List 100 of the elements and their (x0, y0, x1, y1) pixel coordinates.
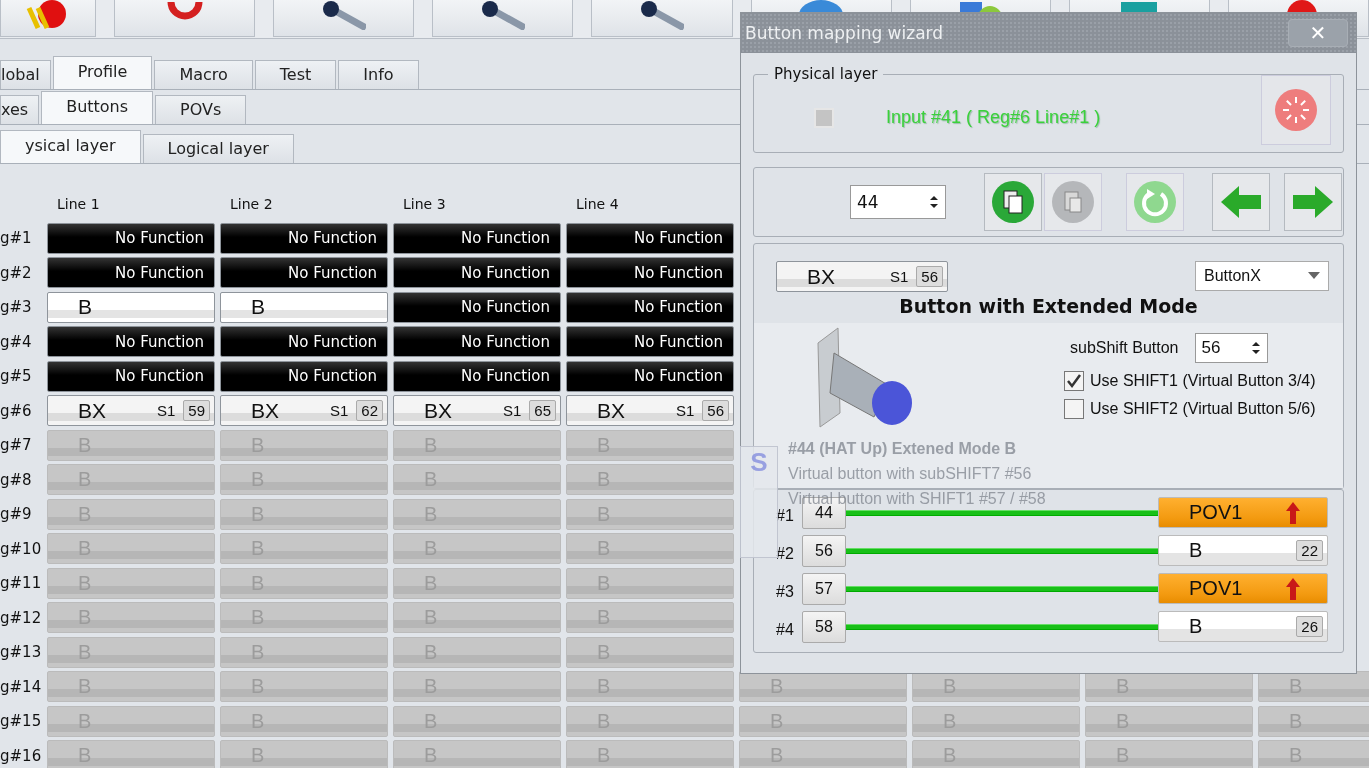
shift-checkbox[interactable]: Use SHIFT2 (Virtual Button 5/6) (1064, 399, 1316, 419)
cell-label: B (1189, 615, 1203, 638)
button-cell[interactable]: No Function (47, 257, 215, 288)
row-label: g#7 (0, 436, 33, 454)
checkbox-label: Use SHIFT1 (Virtual Button 3/4) (1090, 372, 1316, 390)
previous-button[interactable] (1212, 173, 1270, 231)
cell-label: BX (424, 398, 453, 423)
row-label: g#2 (0, 263, 33, 282)
cell-number: 62 (356, 400, 383, 421)
tab[interactable]: lobal (0, 60, 51, 89)
spinner-arrows-icon[interactable] (1250, 339, 1261, 357)
spinner-arrows-icon[interactable] (929, 193, 939, 211)
button-cell[interactable]: No Function (566, 360, 734, 392)
button-cell[interactable]: No Function (220, 257, 388, 288)
cell-label: B (1189, 539, 1203, 562)
cell-label: BX (78, 398, 107, 423)
row-label: g#14 (0, 677, 42, 696)
button-cell[interactable]: No Function (566, 222, 734, 254)
next-button[interactable] (1284, 173, 1342, 231)
mapping-number: 56 (802, 534, 846, 567)
button-cell[interactable]: No Function (220, 222, 388, 254)
tab[interactable]: Logical layer (142, 134, 294, 163)
button-cell[interactable]: BX S1 56 (776, 261, 948, 292)
cell-label: POV1 (1189, 577, 1243, 600)
button-cell[interactable]: No Function (47, 326, 215, 357)
button-cell[interactable]: No Function (393, 326, 561, 357)
button-cell[interactable]: B 22 (1158, 535, 1328, 566)
button-cell[interactable]: BX S1 65 (393, 395, 561, 426)
cell-label: BX (807, 264, 836, 289)
tab[interactable]: POVs (155, 95, 247, 124)
tab[interactable]: Macro (154, 60, 253, 89)
toolbar-icon (321, 0, 366, 30)
number-spinner[interactable]: 44 (850, 185, 946, 219)
shift-label: S1 (156, 402, 176, 419)
button-cell[interactable]: No Function (393, 257, 561, 288)
mapping-number: 57 (802, 572, 846, 605)
close-button[interactable]: ✕ (1288, 19, 1348, 47)
row-label: g#8 (0, 470, 33, 489)
pov-cell[interactable]: POV1 (1158, 573, 1328, 604)
tab[interactable]: Info (338, 60, 419, 89)
button-cell[interactable]: BX S1 56 (566, 395, 734, 426)
cell-number: 56 (916, 266, 943, 287)
tab[interactable]: Buttons (41, 91, 154, 124)
column-header: Line 2 (229, 195, 274, 212)
button-cell[interactable]: B (220, 291, 388, 323)
column-header: Line 1 (56, 195, 101, 212)
shift-label: S1 (329, 402, 349, 419)
cell-label: POV1 (1189, 501, 1243, 524)
button-cell[interactable]: B 26 (1158, 611, 1328, 642)
tooltip-title: #44 (HAT Up) Extened Mode B (788, 440, 1017, 458)
type-dropdown[interactable]: ButtonX (1195, 261, 1329, 291)
button-cell[interactable]: B (47, 291, 215, 323)
button-cell[interactable]: No Function (220, 360, 388, 392)
cell-number: 26 (1296, 616, 1323, 637)
shift-checkbox[interactable]: Use SHIFT1 (Virtual Button 3/4) (1064, 371, 1316, 391)
toolbar-button[interactable] (432, 0, 574, 37)
cell-number: 22 (1296, 540, 1323, 561)
row-label: g#11 (0, 574, 42, 592)
shift-label: S1 (889, 268, 909, 285)
tab[interactable]: Profile (52, 56, 153, 89)
button-cell[interactable]: No Function (393, 222, 561, 254)
checkbox[interactable] (1064, 371, 1084, 391)
copy-button[interactable] (984, 173, 1042, 231)
refresh-icon (1133, 180, 1177, 224)
button-cell[interactable]: No Function (47, 222, 215, 254)
checkbox-label: Use SHIFT2 (Virtual Button 5/6) (1090, 400, 1316, 418)
shift-label: S1 (502, 402, 522, 419)
shift-label: S1 (675, 402, 695, 419)
button-cell[interactable]: No Function (566, 257, 734, 288)
row-label: g#5 (0, 367, 33, 385)
row-label: g#9 (0, 505, 33, 523)
toolbar-button[interactable] (591, 0, 733, 37)
button-cell[interactable]: No Function (47, 360, 215, 392)
button-cell[interactable]: BX S1 62 (220, 395, 388, 426)
mapping-index: #2 (776, 543, 795, 563)
tooltip-line: Virtual button with subSHIFT7 #56 (788, 465, 1032, 483)
pov-cell[interactable]: POV1 (1158, 497, 1328, 528)
dropdown-caret-icon (1308, 272, 1320, 280)
column-header: Line 3 (402, 195, 447, 212)
button-cell[interactable]: No Function (393, 291, 561, 323)
checkbox[interactable] (1064, 399, 1084, 419)
row-label: g#3 (0, 298, 33, 316)
mapping-number: 58 (802, 610, 846, 643)
button-cell[interactable]: No Function (566, 291, 734, 323)
toolbar-icon (480, 0, 525, 30)
column-header: Line 4 (575, 195, 620, 212)
row-label: g#6 (0, 401, 33, 420)
button-cell[interactable]: No Function (566, 326, 734, 357)
toolbar-icon (639, 0, 684, 30)
spinner-icon (1274, 87, 1318, 132)
subshift-spinner[interactable]: 56 (1194, 333, 1268, 363)
button-cell[interactable]: No Function (393, 360, 561, 392)
tab[interactable]: Test (254, 60, 337, 89)
toolbar-button[interactable] (273, 0, 415, 37)
button-cell[interactable]: BX S1 59 (47, 395, 215, 426)
tooltip-badge: S (740, 446, 778, 558)
button-cell[interactable]: No Function (220, 326, 388, 357)
tab[interactable]: ysical layer (0, 130, 141, 163)
mode-title: Button with Extended Mode (898, 295, 1199, 317)
tab[interactable]: xes (0, 95, 40, 124)
